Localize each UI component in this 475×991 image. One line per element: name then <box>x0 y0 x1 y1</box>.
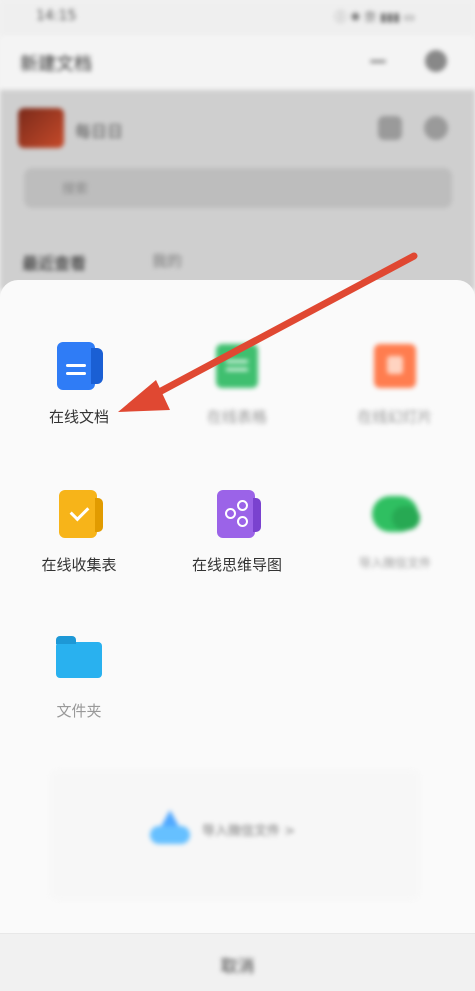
arrow-head <box>118 380 170 412</box>
arrow-shaft <box>144 252 418 402</box>
annotation-arrow <box>118 252 418 412</box>
